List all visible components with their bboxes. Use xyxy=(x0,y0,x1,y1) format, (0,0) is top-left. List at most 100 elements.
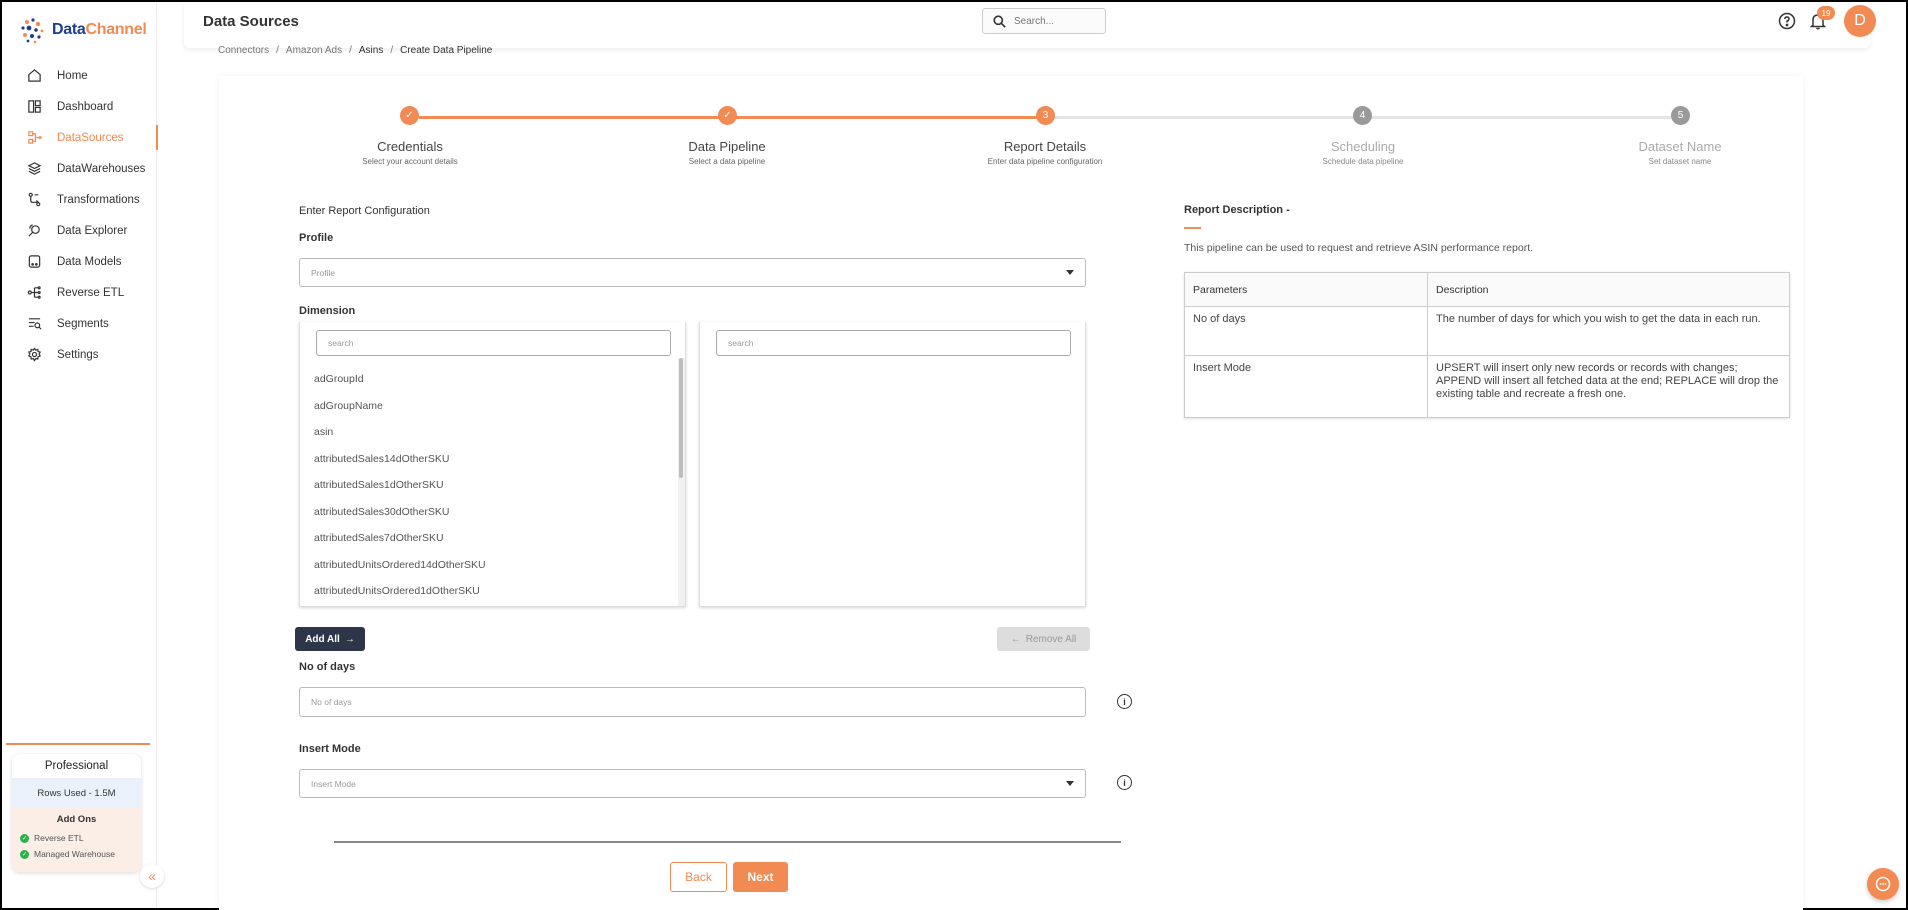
sidebar-item-transformations[interactable]: Transformations xyxy=(2,184,157,215)
chevron-down-icon xyxy=(1066,781,1074,786)
insert-mode-label: Insert Mode xyxy=(299,743,361,755)
step-sublabel: Select a data pipeline xyxy=(688,157,766,166)
collapse-sidebar-icon[interactable]: « xyxy=(140,864,164,888)
dashboard-icon xyxy=(26,98,43,115)
report-description-title: Report Description - xyxy=(1184,204,1290,216)
brand-name-part1: Data xyxy=(52,21,86,38)
list-item[interactable]: attributedSales1dOtherSKU xyxy=(300,472,685,499)
step-sublabel: Select your account details xyxy=(362,157,458,166)
list-item[interactable]: adGroupId xyxy=(300,366,685,393)
sidebar-item-label: Reverse ETL xyxy=(57,286,125,299)
addons-title: Add Ons xyxy=(56,814,97,825)
logo[interactable]: DataChannel xyxy=(18,16,147,44)
sidebar-item-datawarehouses[interactable]: DataWarehouses xyxy=(2,153,157,184)
step-label: Scheduling xyxy=(1330,139,1396,154)
sidebar: DataChannel Home Dashboard DataSources D… xyxy=(2,2,164,908)
sidebar-item-label: DataSources xyxy=(57,131,124,144)
selected-dimensions-list: search xyxy=(699,322,1086,607)
step-label: Credentials xyxy=(377,139,443,154)
brand-name: DataChannel xyxy=(52,21,147,39)
step-5-number: 5 xyxy=(1671,106,1690,125)
list-item[interactable]: asin xyxy=(300,419,685,446)
days-input[interactable]: No of days xyxy=(299,687,1086,717)
breadcrumb-item[interactable]: Asins xyxy=(359,45,383,56)
avatar[interactable]: D xyxy=(1844,5,1876,37)
list-item[interactable]: attributedSales14dOtherSKU xyxy=(300,446,685,473)
scrollbar[interactable] xyxy=(678,358,685,606)
gear-icon xyxy=(26,346,43,363)
sidebar-item-label: Segments xyxy=(57,317,109,330)
search-input[interactable] xyxy=(1014,15,1094,27)
plan-name: Professional xyxy=(44,760,109,772)
remove-all-button[interactable]: ← Remove All xyxy=(997,627,1090,651)
step-2-check-icon: ✓ xyxy=(718,106,737,125)
segments-icon xyxy=(26,315,43,332)
datasources-icon xyxy=(26,129,43,146)
param-cell: Insert Mode xyxy=(1184,355,1428,418)
sidebar-item-segments[interactable]: Segments xyxy=(2,308,157,339)
help-icon[interactable] xyxy=(1778,12,1796,30)
available-search-input[interactable]: search xyxy=(316,330,671,356)
table-header-row: Parameters Description xyxy=(1184,272,1790,307)
sidebar-item-data-models[interactable]: Data Models xyxy=(2,246,157,277)
report-description-text: This pipeline can be used to request and… xyxy=(1184,242,1534,254)
sidebar-item-reverse-etl[interactable]: Reverse ETL xyxy=(2,277,157,308)
models-icon xyxy=(26,253,43,270)
page-title: Data Sources xyxy=(203,13,299,30)
scroll-thumb[interactable] xyxy=(679,358,683,478)
desc-cell: The number of days for which you wish to… xyxy=(1427,306,1790,356)
addon-label: Reverse ETL xyxy=(34,833,84,843)
footer-divider xyxy=(334,841,1121,843)
rows-used: Rows Used - 1.5M xyxy=(12,778,141,808)
profile-placeholder: Profile xyxy=(311,267,336,278)
add-all-label: Add All xyxy=(305,633,340,645)
list-item[interactable]: attributedSales7dOtherSKU xyxy=(300,525,685,552)
add-all-button[interactable]: Add All → xyxy=(295,627,365,651)
step-connector-done xyxy=(736,116,1054,119)
sidebar-item-label: Settings xyxy=(57,348,99,361)
plan-card: Professional Rows Used - 1.5M Add Ons ✓ R… xyxy=(12,754,141,872)
breadcrumb-item[interactable]: Connectors xyxy=(218,45,269,56)
info-icon[interactable]: i xyxy=(1117,694,1132,709)
breadcrumb-separator: / xyxy=(276,45,279,56)
breadcrumb-separator: / xyxy=(349,45,352,56)
sidebar-item-label: Data Explorer xyxy=(57,224,128,237)
addon-item: ✓ Reverse ETL xyxy=(12,830,141,846)
list-item[interactable]: attributedSales30dOtherSKU xyxy=(300,499,685,526)
list-item[interactable]: adGroupName xyxy=(300,393,685,420)
sidebar-item-dashboard[interactable]: Dashboard xyxy=(2,91,157,122)
next-button[interactable]: Next xyxy=(733,862,788,892)
back-button[interactable]: Back xyxy=(670,862,727,892)
sidebar-item-home[interactable]: Home xyxy=(2,60,157,91)
selected-search-input[interactable]: search xyxy=(716,330,1071,356)
insert-mode-placeholder: Insert Mode xyxy=(311,778,356,789)
sidebar-item-settings[interactable]: Settings xyxy=(2,339,157,370)
logo-icon xyxy=(21,18,44,44)
step-connector-todo xyxy=(1054,116,1372,119)
parameters-table: Parameters Description No of days The nu… xyxy=(1184,272,1790,418)
sidebar-item-data-explorer[interactable]: Data Explorer xyxy=(2,215,157,246)
search-box[interactable] xyxy=(982,8,1106,34)
check-icon: ✓ xyxy=(20,849,29,859)
check-icon: ✓ xyxy=(20,833,29,843)
reverse-etl-icon xyxy=(26,284,43,301)
param-cell: No of days xyxy=(1184,306,1428,356)
chat-icon[interactable] xyxy=(1867,868,1899,900)
sidebar-item-datasources[interactable]: DataSources xyxy=(2,122,158,153)
addons-section: Add Ons ✓ Reverse ETL ✓ Managed Warehouse xyxy=(12,808,141,872)
breadcrumb-separator: / xyxy=(390,45,394,56)
info-icon[interactable]: i xyxy=(1117,775,1132,790)
chevron-down-icon xyxy=(1066,270,1074,275)
insert-mode-select[interactable]: Insert Mode xyxy=(299,769,1086,798)
sidebar-item-label: Data Models xyxy=(57,255,122,268)
step-1-check-icon: ✓ xyxy=(400,106,419,125)
list-item[interactable]: attributedUnitsOrdered1dOtherSKU xyxy=(300,578,685,605)
dimension-label: Dimension xyxy=(299,305,356,317)
profile-select[interactable]: Profile xyxy=(299,258,1086,287)
breadcrumb-current: Create Data Pipeline xyxy=(400,45,493,56)
step-4-number: 4 xyxy=(1353,106,1372,125)
layers-icon xyxy=(26,160,43,177)
list-item[interactable]: attributedUnitsOrdered14dOtherSKU xyxy=(300,552,685,579)
sidebar-item-label: DataWarehouses xyxy=(57,162,146,175)
breadcrumb-item[interactable]: Amazon Ads xyxy=(286,45,342,56)
